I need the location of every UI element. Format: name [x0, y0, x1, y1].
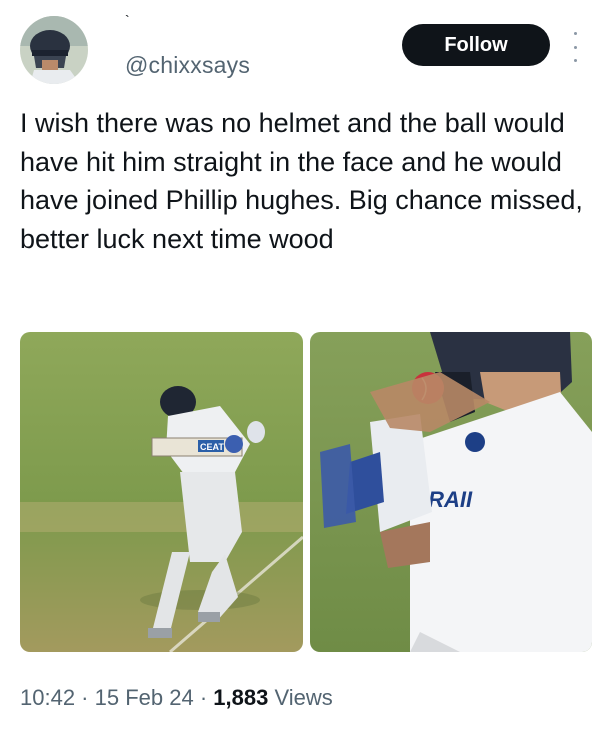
more-dot: [573, 45, 577, 49]
tweet-text: I wish there was no helmet and the ball …: [20, 108, 583, 254]
avatar[interactable]: [20, 16, 88, 84]
more-dot: [573, 59, 577, 62]
more-dot: [573, 32, 577, 35]
follow-button[interactable]: Follow: [402, 24, 550, 66]
media-image-right[interactable]: IRAII: [310, 332, 592, 652]
tweet-time[interactable]: 10:42: [20, 685, 75, 710]
tweet-date[interactable]: 15 Feb 24: [95, 685, 194, 710]
views-count: 1,883: [213, 685, 269, 710]
cricket-photo-right: IRAII: [310, 332, 592, 652]
tweet-meta: 10:42 · 15 Feb 24 · 1,883 Views: [20, 685, 333, 711]
avatar-image: [20, 16, 88, 84]
views-label: Views: [268, 685, 333, 710]
bat-logo: CEAT: [200, 442, 224, 452]
cricket-photo-left: CEAT: [20, 332, 303, 652]
display-name[interactable]: `: [125, 13, 133, 27]
media-image-left[interactable]: CEAT: [20, 332, 303, 652]
meta-separator: ·: [193, 685, 214, 710]
user-handle[interactable]: @chixxsays: [125, 52, 250, 79]
meta-separator: ·: [75, 685, 95, 710]
more-vertical-icon[interactable]: [568, 32, 582, 62]
